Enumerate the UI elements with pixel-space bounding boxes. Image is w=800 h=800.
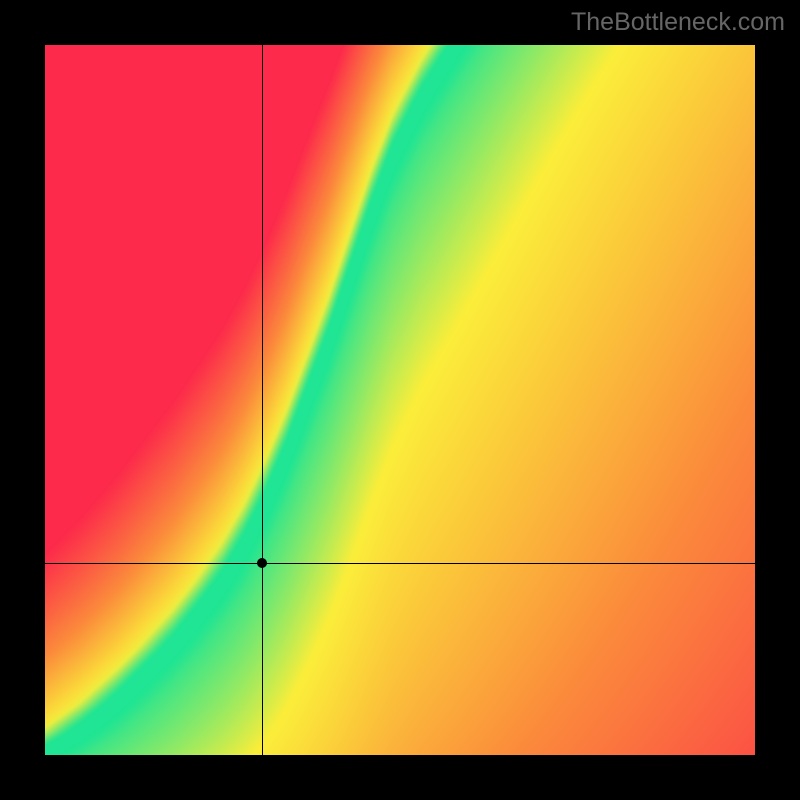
chart-frame: TheBottleneck.com	[0, 0, 800, 800]
crosshair-horizontal	[45, 563, 755, 564]
crosshair-vertical	[262, 45, 263, 755]
crosshair-dot	[257, 558, 267, 568]
bottleneck-heatmap	[45, 45, 755, 755]
watermark-text: TheBottleneck.com	[571, 8, 785, 37]
